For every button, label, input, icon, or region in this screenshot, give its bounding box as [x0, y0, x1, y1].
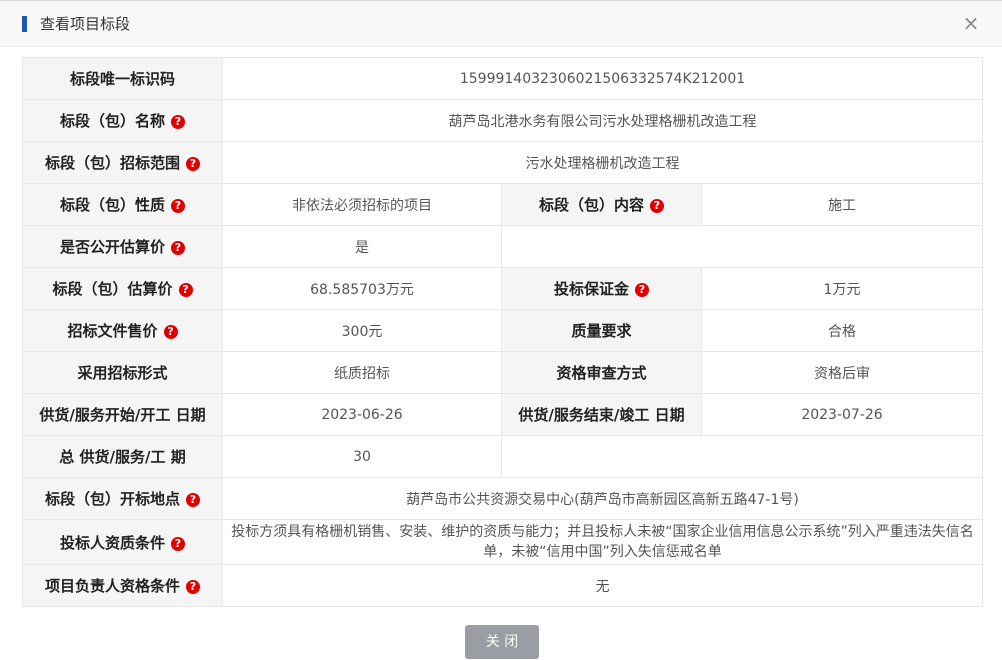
- close-button[interactable]: 关 闭: [465, 625, 539, 659]
- value-section-content: 施工: [701, 183, 983, 226]
- required-help-icon[interactable]: ?: [171, 241, 185, 255]
- required-help-icon[interactable]: ?: [650, 199, 664, 213]
- required-help-icon[interactable]: ?: [178, 283, 193, 297]
- label-project-manager-qualification: 项目负责人资格条件?: [22, 564, 223, 607]
- bidder-qualification-text: 投标方须具有格栅机销售、安装、维护的资质与能力；并且投标人未被“国家企业信用信息…: [231, 524, 974, 560]
- value-quality-requirement: 合格: [701, 309, 983, 352]
- label-quality-requirement: 质量要求: [501, 309, 702, 352]
- view-section-dialog: 查看项目标段 × 标段唯一标识码 15999140323060215063325…: [0, 0, 1002, 660]
- label-end-date: 供货/服务结束/竣工 日期: [501, 393, 702, 436]
- required-help-icon[interactable]: ?: [635, 283, 649, 297]
- dialog-content: 标段唯一标识码 1599914032306021506332574K212001…: [22, 57, 983, 607]
- label-qualification-review: 资格审查方式: [501, 351, 702, 394]
- table-row: 是否公开估算价? 是: [22, 225, 983, 268]
- close-icon[interactable]: ×: [960, 12, 982, 34]
- table-row: 招标文件售价? 300元 质量要求 合格: [22, 309, 983, 352]
- label-section-nature: 标段（包）性质?: [22, 183, 223, 226]
- label-public-estimate: 是否公开估算价?: [22, 225, 223, 268]
- required-help-icon[interactable]: ?: [186, 580, 200, 594]
- value-bidder-qualification: 投标方须具有格栅机销售、安装、维护的资质与能力；并且投标人未被“国家企业信用信息…: [222, 519, 983, 565]
- required-help-icon[interactable]: ?: [186, 157, 200, 171]
- label-tender-scope: 标段（包）招标范围?: [22, 141, 223, 184]
- label-tender-form: 采用招标形式: [22, 351, 223, 394]
- required-help-icon[interactable]: ?: [171, 536, 185, 551]
- label-document-price: 招标文件售价?: [22, 309, 223, 352]
- label-bid-bond: 投标保证金?: [501, 267, 702, 310]
- table-row: 标段（包）估算价? 68.585703万元 投标保证金? 1万元: [22, 267, 983, 310]
- dialog-header: 查看项目标段 ×: [0, 1, 1002, 47]
- label-section-content: 标段（包）内容?: [501, 183, 702, 226]
- label-estimated-price: 标段（包）估算价?: [22, 267, 223, 310]
- label-section-id: 标段唯一标识码: [22, 57, 223, 100]
- value-qualification-review: 资格后审: [701, 351, 983, 394]
- label-bidder-qualification: 投标人资质条件?: [22, 519, 223, 565]
- table-row: 投标人资质条件? 投标方须具有格栅机销售、安装、维护的资质与能力；并且投标人未被…: [22, 519, 983, 565]
- value-total-duration: 30: [222, 435, 502, 478]
- table-row: 采用招标形式 纸质招标 资格审查方式 资格后审: [22, 351, 983, 394]
- required-help-icon[interactable]: ?: [171, 199, 185, 213]
- dialog-title: 查看项目标段: [40, 15, 131, 33]
- section-info-table: 标段唯一标识码 1599914032306021506332574K212001…: [22, 57, 983, 607]
- value-start-date: 2023-06-26: [222, 393, 502, 436]
- table-row: 标段（包）招标范围? 污水处理格栅机改造工程: [22, 141, 983, 184]
- required-help-icon[interactable]: ?: [171, 115, 185, 129]
- value-estimated-price: 68.585703万元: [222, 267, 502, 310]
- label-start-date: 供货/服务开始/开工 日期: [22, 393, 223, 436]
- value-document-price: 300元: [222, 309, 502, 352]
- value-end-date: 2023-07-26: [701, 393, 983, 436]
- empty-cell: [501, 435, 983, 478]
- table-row: 供货/服务开始/开工 日期 2023-06-26 供货/服务结束/竣工 日期 2…: [22, 393, 983, 436]
- value-public-estimate: 是: [222, 225, 502, 268]
- empty-cell: [501, 225, 983, 268]
- table-row: 标段（包）开标地点? 葫芦岛市公共资源交易中心(葫芦岛市高新园区高新五路47-1…: [22, 477, 983, 520]
- label-total-duration: 总 供货/服务/工 期: [22, 435, 223, 478]
- value-bid-bond: 1万元: [701, 267, 983, 310]
- table-row: 项目负责人资格条件? 无: [22, 564, 983, 607]
- value-section-id: 1599914032306021506332574K212001: [222, 57, 983, 100]
- title-accent-bar: [22, 16, 27, 32]
- table-row: 标段（包）名称? 葫芦岛北港水务有限公司污水处理格栅机改造工程: [22, 99, 983, 142]
- label-bid-opening-location: 标段（包）开标地点?: [22, 477, 223, 520]
- value-project-manager-qualification: 无: [222, 564, 983, 607]
- required-help-icon[interactable]: ?: [163, 325, 178, 339]
- value-tender-scope: 污水处理格栅机改造工程: [222, 141, 983, 184]
- required-help-icon[interactable]: ?: [186, 493, 200, 507]
- table-row: 标段唯一标识码 1599914032306021506332574K212001: [22, 57, 983, 100]
- value-section-nature: 非依法必须招标的项目: [222, 183, 502, 226]
- value-section-name: 葫芦岛北港水务有限公司污水处理格栅机改造工程: [222, 99, 983, 142]
- label-section-name: 标段（包）名称?: [22, 99, 223, 142]
- table-row: 总 供货/服务/工 期 30: [22, 435, 983, 478]
- value-bid-opening-location: 葫芦岛市公共资源交易中心(葫芦岛市高新园区高新五路47-1号): [222, 477, 983, 520]
- value-tender-form: 纸质招标: [222, 351, 502, 394]
- table-row: 标段（包）性质? 非依法必须招标的项目 标段（包）内容? 施工: [22, 183, 983, 226]
